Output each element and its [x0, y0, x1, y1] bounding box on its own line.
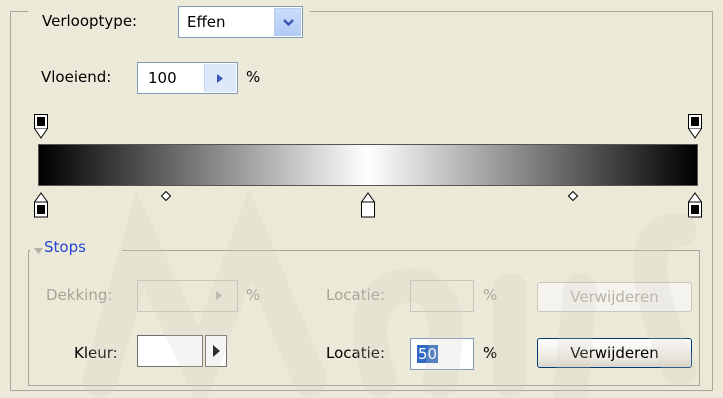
opacity-location-input[interactable] [410, 280, 474, 312]
chevron-down-icon [283, 19, 294, 27]
collapse-triangle-icon [34, 248, 43, 254]
color-location-unit: % [483, 344, 498, 362]
gradient-type-label: Verlooptype: [42, 12, 138, 30]
dropdown-button[interactable] [274, 8, 301, 36]
smoothness-label: Vloeiend: [41, 68, 112, 86]
color-location-input[interactable]: 50 [410, 338, 474, 370]
triangle-right-icon [216, 291, 222, 300]
color-stop-icon[interactable] [688, 192, 702, 218]
opacity-location-label: Locatie: [326, 286, 386, 304]
triangle-right-icon [213, 345, 220, 357]
color-picker-button[interactable] [205, 335, 227, 367]
opacity-input[interactable] [137, 280, 238, 312]
color-location-value: 50 [417, 345, 439, 363]
gradient-type-value: Effen [187, 13, 226, 31]
color-location-label: Locatie: [326, 344, 386, 362]
opacity-label: Dekking: [46, 286, 113, 304]
diamond-icon[interactable] [568, 191, 578, 201]
color-stop-icon[interactable] [361, 192, 375, 218]
color-label: Kleur: [74, 344, 118, 362]
color-swatch[interactable] [137, 335, 203, 367]
triangle-right-icon [217, 74, 223, 83]
smoothness-input[interactable]: 100 [137, 62, 238, 94]
opacity-location-unit: % [483, 286, 498, 304]
delete-opacity-stop-button[interactable]: Verwijderen [537, 282, 692, 312]
opacity-unit: % [246, 286, 261, 304]
smoothness-value: 100 [148, 69, 177, 87]
color-stop-icon[interactable] [34, 192, 48, 218]
opacity-stop-icon[interactable] [688, 114, 702, 140]
diamond-icon[interactable] [161, 191, 171, 201]
stops-title: Stops [44, 238, 86, 256]
smoothness-stepper-button[interactable] [204, 64, 236, 92]
opacity-stop-icon[interactable] [34, 114, 48, 140]
delete-color-stop-button[interactable]: Verwijderen [537, 338, 692, 368]
gradient-preview-bar[interactable] [38, 144, 698, 186]
smoothness-unit: % [246, 68, 261, 86]
gradient-type-select[interactable]: Effen [178, 6, 303, 38]
